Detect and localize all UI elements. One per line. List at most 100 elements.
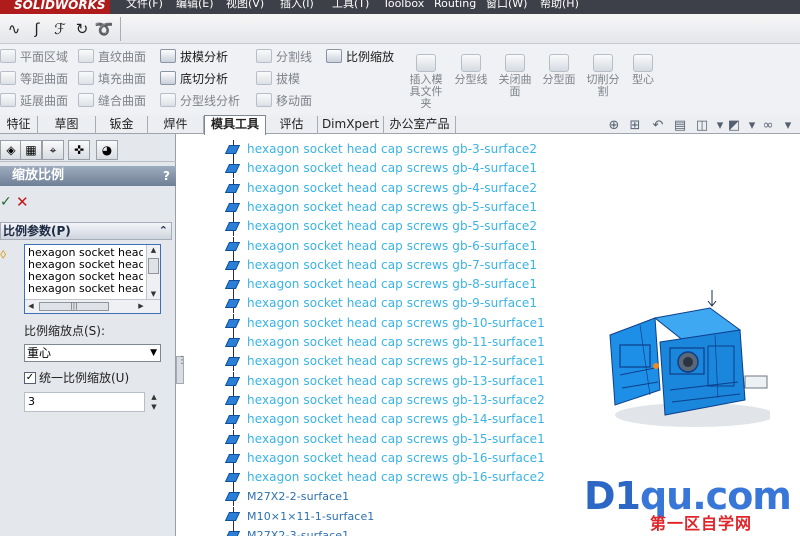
coil-icon[interactable]: ➰ bbox=[94, 19, 114, 39]
tab-mold-tools[interactable]: 模具工具 bbox=[204, 115, 266, 135]
menu-edit[interactable]: 编辑(E) bbox=[176, 0, 214, 14]
ribbon-knit-surface[interactable]: 缝合曲面 bbox=[78, 91, 146, 111]
menu-routing[interactable]: Routing bbox=[434, 0, 476, 14]
scroll-thumb[interactable] bbox=[148, 258, 159, 274]
tab-sheet-metal[interactable]: 钣金 bbox=[96, 116, 148, 134]
panel-splitter[interactable]: ⋮ bbox=[176, 356, 187, 384]
ribbon-planar-surface[interactable]: 平面区域 bbox=[0, 47, 68, 67]
list-item[interactable]: hexagon socket head cap bbox=[28, 247, 143, 259]
ribbon-ruled-surface[interactable]: 直纹曲面 bbox=[78, 47, 146, 67]
tab-weldments[interactable]: 焊件 bbox=[148, 116, 204, 134]
insert-mold-folder-button[interactable]: 插入模具文件夹 bbox=[405, 54, 447, 110]
ok-check-icon[interactable]: ✓ bbox=[0, 194, 14, 210]
parting-line-button[interactable]: 分型线 bbox=[450, 54, 492, 86]
ribbon-scale[interactable]: 比例缩放 bbox=[326, 47, 394, 67]
scale-factor-input[interactable]: 3 bbox=[24, 392, 145, 412]
tree-item[interactable]: hexagon socket head cap screws gb-16-sur… bbox=[222, 448, 552, 468]
collapse-chevron-icon[interactable]: ⌃ bbox=[159, 223, 168, 239]
ribbon-undercut-analysis[interactable]: 底切分析 bbox=[160, 69, 228, 89]
tree-item[interactable]: hexagon socket head cap screws gb-13-sur… bbox=[222, 371, 552, 391]
bodies-selection-list[interactable]: hexagon socket head cap hexagon socket h… bbox=[24, 244, 161, 314]
tab-sketch[interactable]: 草图 bbox=[38, 116, 96, 134]
menu-window[interactable]: 窗口(W) bbox=[486, 0, 527, 14]
ribbon-draft[interactable]: 拔模 bbox=[256, 69, 300, 89]
increment-icon[interactable]: ▲ bbox=[147, 392, 161, 402]
menu-insert[interactable]: 插入(I) bbox=[280, 0, 314, 14]
tree-item[interactable]: hexagon socket head cap screws gb-8-surf… bbox=[222, 275, 552, 295]
tree-item[interactable]: hexagon socket head cap screws gb-3-surf… bbox=[222, 140, 552, 159]
tree-item[interactable]: M10×1×11-1-surface1 bbox=[222, 506, 552, 526]
feature-manager-icon[interactable]: ◈ bbox=[0, 140, 22, 160]
tree-item[interactable]: hexagon socket head cap screws gb-12-sur… bbox=[222, 352, 552, 372]
scale-parameters-group[interactable]: 比例参数(P) ⌃ bbox=[0, 222, 172, 240]
menu-tools[interactable]: 工具(T) bbox=[332, 0, 369, 14]
tree-item[interactable]: hexagon socket head cap screws gb-6-surf… bbox=[222, 236, 552, 256]
line-icon[interactable]: ʃ bbox=[27, 19, 47, 39]
tree-item[interactable]: hexagon socket head cap screws gb-11-sur… bbox=[222, 333, 552, 352]
property-manager-icon[interactable]: ▦ bbox=[20, 140, 42, 160]
tree-item[interactable]: hexagon socket head cap screws gb-13-sur… bbox=[222, 390, 552, 410]
tab-features[interactable]: 特征 bbox=[0, 116, 38, 134]
previous-view-icon[interactable]: ↶ bbox=[650, 119, 666, 133]
menu-help[interactable]: 帮助(H) bbox=[540, 0, 579, 14]
list-item[interactable]: hexagon socket head cap bbox=[28, 271, 143, 283]
display-manager-icon[interactable]: ◕ bbox=[96, 140, 118, 160]
scroll-right-icon[interactable]: ▶ bbox=[135, 300, 147, 313]
scale-factor-spinner[interactable]: ▲ ▼ bbox=[147, 392, 161, 412]
tree-item[interactable]: hexagon socket head cap screws gb-15-sur… bbox=[222, 429, 552, 449]
tooling-split-button[interactable]: 切削分割 bbox=[582, 54, 624, 98]
scroll-up-icon[interactable]: ▲ bbox=[147, 245, 160, 256]
ribbon-parting-line-analysis[interactable]: 分型线分析 bbox=[160, 91, 240, 111]
scroll-left-icon[interactable]: ◀ bbox=[25, 300, 37, 313]
parting-surface-button[interactable]: 分型面 bbox=[538, 54, 580, 86]
tree-item[interactable]: M27X2-3-surface1 bbox=[222, 526, 552, 536]
cancel-x-icon[interactable]: ✕ bbox=[16, 194, 30, 210]
tree-item[interactable]: hexagon socket head cap screws gb-7-surf… bbox=[222, 255, 552, 275]
ribbon-fill-surface[interactable]: 填充曲面 bbox=[78, 69, 146, 89]
scale-point-select[interactable]: 重心 ▼ bbox=[24, 344, 161, 362]
tree-item[interactable]: hexagon socket head cap screws gb-14-sur… bbox=[222, 410, 552, 430]
tree-item[interactable]: hexagon socket head cap screws gb-10-sur… bbox=[222, 313, 552, 333]
dimxpert-manager-icon[interactable]: ✜ bbox=[68, 140, 90, 160]
tree-item[interactable]: hexagon socket head cap screws gb-16-sur… bbox=[222, 468, 552, 488]
dropdown-arrow-icon[interactable]: ▾ bbox=[744, 119, 760, 133]
list-item[interactable]: hexagon socket head cap bbox=[28, 259, 143, 271]
tree-item[interactable]: M27X2-2-surface1 bbox=[222, 487, 552, 507]
model-viewport[interactable] bbox=[600, 290, 770, 435]
dropdown-arrow-icon[interactable]: ▼ bbox=[150, 345, 157, 361]
rotate-icon[interactable]: ↻ bbox=[72, 19, 92, 39]
tree-item[interactable]: hexagon socket head cap screws gb-5-surf… bbox=[222, 197, 552, 217]
hide-show-items-icon[interactable]: ∞ bbox=[760, 119, 776, 133]
scroll-thumb[interactable]: ||| bbox=[39, 302, 109, 311]
core-button[interactable]: 型心 bbox=[622, 54, 664, 86]
tree-item[interactable]: hexagon socket head cap screws gb-9-surf… bbox=[222, 294, 552, 314]
tree-item[interactable]: hexagon socket head cap screws gb-4-surf… bbox=[222, 178, 552, 198]
tab-evaluate[interactable]: 评估 bbox=[266, 116, 318, 134]
decrement-icon[interactable]: ▼ bbox=[147, 402, 161, 412]
configuration-manager-icon[interactable]: ⌖ bbox=[42, 140, 64, 160]
zoom-to-area-icon[interactable]: ⊞ bbox=[627, 119, 643, 133]
horizontal-scrollbar[interactable]: ◀ ||| ▶ bbox=[25, 299, 160, 313]
shut-off-surface-button[interactable]: 关闭曲面 bbox=[494, 54, 536, 98]
sketch-icon[interactable]: ∿ bbox=[4, 19, 24, 39]
tree-item[interactable]: hexagon socket head cap screws gb-5-surf… bbox=[222, 217, 552, 237]
tree-item[interactable]: hexagon socket head cap screws gb-4-surf… bbox=[222, 159, 552, 179]
menu-file[interactable]: 文件(F) bbox=[126, 0, 163, 14]
help-button[interactable]: ? bbox=[163, 166, 170, 186]
display-style-icon[interactable]: ◩ bbox=[726, 119, 742, 133]
dropdown-arrow-icon[interactable]: ▾ bbox=[780, 119, 796, 133]
ribbon-offset-surface[interactable]: 等距曲面 bbox=[0, 69, 68, 89]
ribbon-extend-surface[interactable]: 延展曲面 bbox=[0, 91, 68, 111]
vertical-scrollbar[interactable]: ▲ ▼ bbox=[146, 245, 160, 300]
view-orientation-icon[interactable]: ◫ bbox=[694, 119, 710, 133]
list-item[interactable]: hexagon socket head cap bbox=[28, 283, 143, 295]
menu-view[interactable]: 视图(V) bbox=[226, 0, 264, 14]
zoom-to-fit-icon[interactable]: ⊕ bbox=[606, 119, 622, 133]
tab-dimxpert[interactable]: DimXpert bbox=[318, 116, 384, 134]
uniform-scale-checkbox[interactable]: ✓ bbox=[24, 372, 36, 384]
spline-icon[interactable]: ℱ bbox=[50, 19, 70, 39]
section-view-icon[interactable]: ▤ bbox=[672, 119, 688, 133]
ribbon-draft-analysis[interactable]: 拔模分析 bbox=[160, 47, 228, 67]
tab-office-products[interactable]: 办公室产品 bbox=[384, 116, 456, 134]
ribbon-split-line[interactable]: 分割线 bbox=[256, 47, 312, 67]
